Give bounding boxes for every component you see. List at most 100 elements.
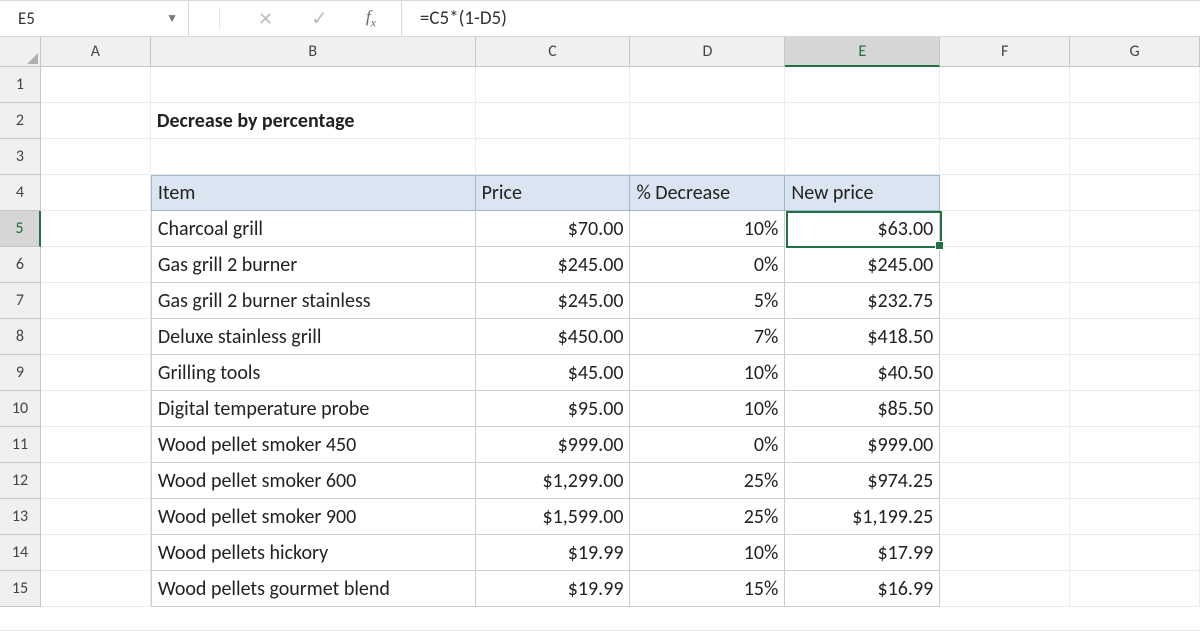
row-header-7[interactable]: 7 — [0, 283, 41, 319]
cell-f3[interactable] — [940, 139, 1070, 175]
cell-f7[interactable] — [940, 283, 1070, 319]
row-header-4[interactable]: 4 — [0, 175, 41, 211]
cell-c7[interactable]: $245.00 — [476, 283, 631, 319]
cell-e5[interactable]: $63.00 — [785, 211, 940, 247]
cell-b8[interactable]: Deluxe stainless grill — [151, 319, 476, 355]
name-box[interactable]: E5 ▼ — [0, 1, 189, 36]
cell-a15[interactable] — [41, 571, 151, 607]
cell-a4[interactable] — [41, 175, 151, 211]
select-all-corner[interactable] — [0, 37, 41, 67]
cell-g8[interactable] — [1070, 319, 1200, 355]
cell-c15[interactable]: $19.99 — [476, 571, 631, 607]
col-header-b[interactable]: B — [151, 37, 476, 67]
cell-a13[interactable] — [41, 499, 151, 535]
cell-c13[interactable]: $1,599.00 — [476, 499, 631, 535]
cell-a1[interactable] — [41, 67, 151, 103]
formula-input[interactable]: =C5*(1-D5) — [402, 1, 1200, 36]
cell-g2[interactable] — [1070, 103, 1200, 139]
cell-f8[interactable] — [940, 319, 1070, 355]
cell-b10[interactable]: Digital temperature probe — [151, 391, 476, 427]
cell-c2[interactable] — [476, 103, 631, 139]
row-header-6[interactable]: 6 — [0, 247, 41, 283]
row-header-12[interactable]: 12 — [0, 463, 41, 499]
cell-b15[interactable]: Wood pellets gourmet blend — [151, 571, 476, 607]
cell-f2[interactable] — [940, 103, 1070, 139]
cell-g12[interactable] — [1070, 463, 1200, 499]
cell-e11[interactable]: $999.00 — [785, 427, 940, 463]
cell-b11[interactable]: Wood pellet smoker 450 — [151, 427, 476, 463]
cell-d15[interactable]: 15% — [630, 571, 785, 607]
cell-g5[interactable] — [1070, 211, 1200, 247]
cell-a9[interactable] — [41, 355, 151, 391]
cell-d8[interactable]: 7% — [630, 319, 785, 355]
spreadsheet-grid[interactable]: A B C D E F G 1 2 Decrease by percentage — [0, 37, 1200, 607]
cell-e4[interactable]: New price — [785, 175, 940, 211]
cancel-icon[interactable]: ✕ — [258, 8, 273, 30]
cell-e12[interactable]: $974.25 — [785, 463, 940, 499]
cell-g10[interactable] — [1070, 391, 1200, 427]
cell-a12[interactable] — [41, 463, 151, 499]
col-header-g[interactable]: G — [1070, 37, 1200, 67]
cell-a3[interactable] — [41, 139, 151, 175]
cell-a11[interactable] — [41, 427, 151, 463]
cell-a10[interactable] — [41, 391, 151, 427]
cell-e9[interactable]: $40.50 — [785, 355, 940, 391]
row-header-1[interactable]: 1 — [0, 67, 41, 103]
row-header-2[interactable]: 2 — [0, 103, 41, 139]
cell-f12[interactable] — [940, 463, 1070, 499]
cell-c12[interactable]: $1,299.00 — [476, 463, 631, 499]
cell-f5[interactable] — [940, 211, 1070, 247]
cell-c3[interactable] — [476, 139, 631, 175]
row-header-5[interactable]: 5 — [0, 211, 41, 247]
cell-d11[interactable]: 0% — [630, 427, 785, 463]
cell-e1[interactable] — [785, 67, 940, 103]
cell-g14[interactable] — [1070, 535, 1200, 571]
cell-e2[interactable] — [785, 103, 940, 139]
cell-f13[interactable] — [940, 499, 1070, 535]
cell-b7[interactable]: Gas grill 2 burner stainless — [151, 283, 476, 319]
fx-icon[interactable]: fx — [366, 7, 376, 30]
cell-g9[interactable] — [1070, 355, 1200, 391]
cell-d1[interactable] — [630, 67, 785, 103]
cell-c8[interactable]: $450.00 — [476, 319, 631, 355]
cell-c9[interactable]: $45.00 — [476, 355, 631, 391]
row-header-14[interactable]: 14 — [0, 535, 41, 571]
col-header-d[interactable]: D — [630, 37, 785, 67]
cell-b5[interactable]: Charcoal grill — [151, 211, 476, 247]
col-header-e[interactable]: E — [785, 37, 940, 67]
cell-f11[interactable] — [940, 427, 1070, 463]
cell-e10[interactable]: $85.50 — [785, 391, 940, 427]
col-header-f[interactable]: F — [940, 37, 1070, 67]
row-header-3[interactable]: 3 — [0, 139, 41, 175]
cell-f10[interactable] — [940, 391, 1070, 427]
cell-g11[interactable] — [1070, 427, 1200, 463]
cell-d13[interactable]: 25% — [630, 499, 785, 535]
cell-e15[interactable]: $16.99 — [785, 571, 940, 607]
cell-e13[interactable]: $1,199.25 — [785, 499, 940, 535]
cell-b14[interactable]: Wood pellets hickory — [151, 535, 476, 571]
cell-a7[interactable] — [41, 283, 151, 319]
cell-c11[interactable]: $999.00 — [476, 427, 631, 463]
cell-d10[interactable]: 10% — [630, 391, 785, 427]
cell-d4[interactable]: % Decrease — [630, 175, 785, 211]
cell-c14[interactable]: $19.99 — [476, 535, 631, 571]
cell-d9[interactable]: 10% — [630, 355, 785, 391]
cell-g6[interactable] — [1070, 247, 1200, 283]
enter-icon[interactable]: ✓ — [311, 6, 328, 31]
cell-e7[interactable]: $232.75 — [785, 283, 940, 319]
cell-e3[interactable] — [785, 139, 940, 175]
cell-c10[interactable]: $95.00 — [476, 391, 631, 427]
cell-b3[interactable] — [151, 139, 476, 175]
cell-g7[interactable] — [1070, 283, 1200, 319]
row-header-9[interactable]: 9 — [0, 355, 41, 391]
row-header-10[interactable]: 10 — [0, 391, 41, 427]
cell-b2[interactable]: Decrease by percentage — [151, 103, 476, 139]
cell-d5[interactable]: 10% — [630, 211, 785, 247]
cell-c4[interactable]: Price — [476, 175, 631, 211]
cell-g4[interactable] — [1070, 175, 1200, 211]
cell-e14[interactable]: $17.99 — [785, 535, 940, 571]
row-header-13[interactable]: 13 — [0, 499, 41, 535]
cell-c1[interactable] — [476, 67, 631, 103]
cell-f6[interactable] — [940, 247, 1070, 283]
cell-c6[interactable]: $245.00 — [476, 247, 631, 283]
